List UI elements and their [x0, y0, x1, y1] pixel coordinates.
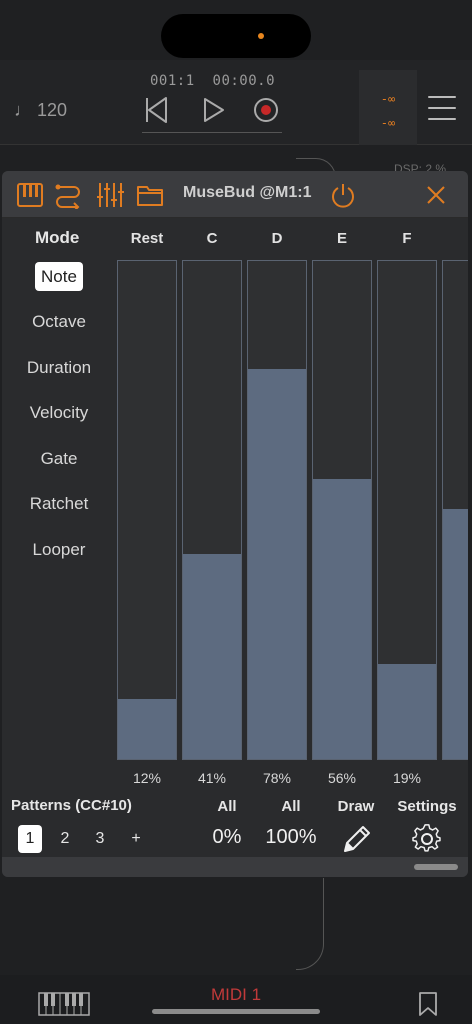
bar-fill [183, 554, 241, 759]
power-icon[interactable] [329, 181, 357, 209]
bar-value-label: 19% [392, 770, 422, 786]
mode-item-octave[interactable]: Octave [2, 312, 116, 332]
rewind-icon[interactable] [146, 97, 167, 123]
probability-bar[interactable] [312, 260, 372, 760]
meter-top-value: -∞ [380, 92, 396, 106]
mode-label: Note [35, 262, 83, 291]
connection-curve-bottom [296, 878, 324, 970]
column-label: F [402, 230, 412, 247]
patterns-label: Patterns (CC#10) [11, 797, 132, 814]
mode-item-ratchet[interactable]: Ratchet [2, 494, 116, 514]
mode-item-velocity[interactable]: Velocity [2, 403, 116, 423]
indicator-dot [258, 33, 264, 39]
all-max-button[interactable]: 100% [261, 826, 321, 849]
all-min-button[interactable]: 0% [202, 826, 252, 849]
close-icon[interactable] [422, 181, 450, 209]
bar-fill [443, 509, 468, 759]
plugin-window: MuseBud @M1:1 Mode Note Octave Duration … [2, 171, 468, 877]
position-counter: 001:1 00:00.0 [150, 73, 275, 89]
probability-bar[interactable] [247, 260, 307, 760]
time-position: 00:00.0 [212, 73, 276, 89]
home-indicator [152, 1009, 320, 1014]
routing-icon[interactable] [54, 181, 82, 209]
all-max-label: All [281, 798, 301, 815]
record-icon[interactable] [254, 98, 278, 122]
add-pattern-button[interactable]: + [124, 825, 148, 853]
pattern-button-1[interactable]: 1 [18, 825, 42, 853]
transport-underline [142, 132, 282, 133]
play-icon[interactable] [204, 98, 224, 122]
plugin-header: MuseBud @M1:1 [2, 171, 468, 218]
plugin-title: MuseBud @M1:1 [183, 184, 312, 201]
mode-item-looper[interactable]: Looper [2, 540, 116, 560]
bar-fill [118, 699, 176, 759]
bar-value-label: 5 [442, 770, 468, 786]
meter-bottom-value: -∞ [380, 116, 396, 130]
tempo-display[interactable]: ♩ 120 [14, 100, 67, 121]
probability-bar[interactable] [442, 260, 468, 760]
pattern-button-2[interactable]: 2 [53, 825, 77, 853]
bar-value-label: 41% [197, 770, 227, 786]
settings-label: Settings [397, 798, 457, 815]
column-label: Rest [130, 230, 164, 247]
level-meter[interactable]: -∞ -∞ [359, 70, 417, 145]
mixer-icon[interactable] [96, 181, 124, 209]
probability-bar[interactable] [117, 260, 177, 760]
mode-title: Mode [35, 228, 80, 247]
probability-bar[interactable] [377, 260, 437, 760]
all-min-label: All [217, 798, 237, 815]
folder-icon[interactable] [136, 181, 164, 209]
transport-controls [142, 94, 282, 133]
mode-item-gate[interactable]: Gate [2, 449, 116, 469]
bookmark-icon[interactable] [418, 992, 438, 1016]
menu-icon[interactable] [428, 96, 456, 122]
bar-value-label: 78% [262, 770, 292, 786]
scroll-thumb[interactable] [414, 864, 458, 870]
bar-position: 001:1 [150, 73, 195, 89]
scroll-track[interactable] [2, 857, 468, 877]
mode-item-note[interactable]: Note [2, 262, 116, 291]
pencil-icon[interactable] [339, 823, 373, 857]
column-label: C [206, 230, 218, 247]
bar-fill [378, 664, 436, 759]
track-name[interactable]: MIDI 1 [0, 985, 472, 1005]
bar-fill [313, 479, 371, 759]
keyboard-icon[interactable] [16, 181, 44, 209]
column-label: D [271, 230, 283, 247]
bar-value-label: 12% [132, 770, 162, 786]
pattern-button-3[interactable]: 3 [88, 825, 112, 853]
bar-fill [248, 369, 306, 759]
mode-item-duration[interactable]: Duration [2, 358, 116, 378]
draw-label: Draw [337, 798, 375, 815]
bar-value-label: 56% [327, 770, 357, 786]
column-label: E [336, 230, 347, 247]
dynamic-island [161, 14, 311, 58]
gear-icon[interactable] [412, 824, 442, 854]
probability-bar[interactable] [182, 260, 242, 760]
